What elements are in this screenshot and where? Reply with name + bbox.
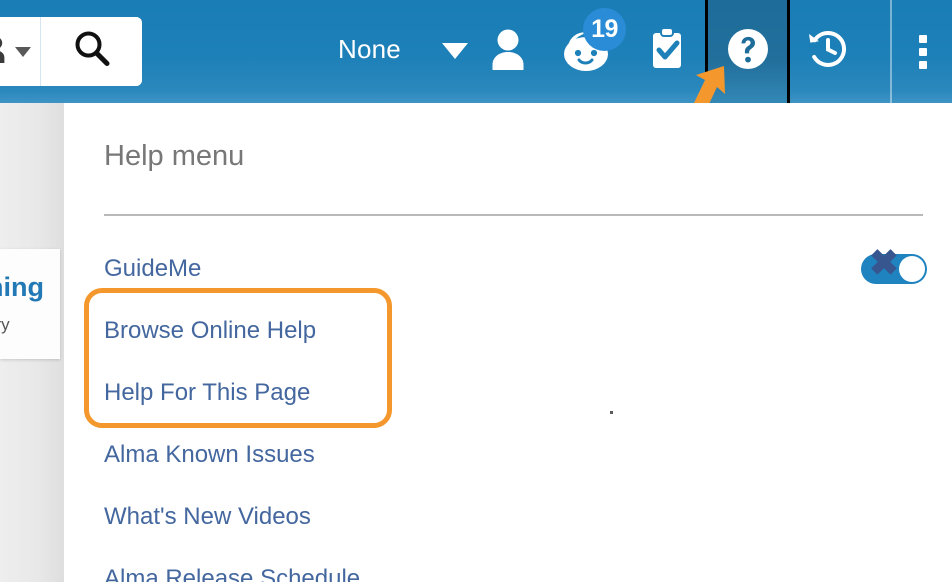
search-scope-select[interactable] <box>0 17 41 86</box>
user-icon <box>488 28 528 75</box>
help-menu-item-whats-new-videos[interactable]: What's New Videos <box>104 503 311 531</box>
help-menu-item-guideme[interactable]: GuideMe <box>104 255 201 283</box>
background-card <box>0 249 60 359</box>
search-submit-button[interactable] <box>41 17 142 86</box>
help-menu-panel: Help menu GuideMe Browse Online Help Hel… <box>64 103 952 582</box>
institution-selector-label[interactable]: None <box>338 34 401 65</box>
search-bar[interactable] <box>0 17 142 86</box>
history-icon-button[interactable] <box>793 0 863 103</box>
search-scope-icons <box>0 35 31 68</box>
background-card-subtitle: ery <box>0 315 10 334</box>
search-icon <box>71 28 113 75</box>
person-scope-icon <box>0 35 6 68</box>
help-menu-icon-button[interactable] <box>705 0 790 103</box>
help-menu-item-alma-release-schedule[interactable]: Alma Release Schedule <box>104 565 360 582</box>
page-title: Help menu <box>104 140 245 172</box>
help-menu-item-alma-known-issues[interactable]: Alma Known Issues <box>104 441 315 469</box>
tasks-icon-button[interactable] <box>636 0 698 103</box>
notification-count-badge[interactable]: 19 <box>583 8 626 51</box>
more-options-button[interactable] <box>894 0 952 103</box>
stray-pixel-artifact <box>610 411 613 414</box>
more-options-kebab-icon <box>919 34 927 69</box>
help-menu-item-browse-online-help[interactable]: Browse Online Help <box>104 317 316 345</box>
panel-divider <box>104 214 923 216</box>
top-header-bar: None 19 <box>0 0 952 103</box>
user-icon-button[interactable] <box>482 0 534 103</box>
tasks-clipboard-icon <box>646 26 688 77</box>
close-icon: ✖ <box>868 242 900 283</box>
history-clock-icon <box>804 26 852 77</box>
institution-chevron-down-icon[interactable] <box>442 43 468 59</box>
header-divider <box>890 0 892 103</box>
chevron-down-icon <box>15 46 31 57</box>
screen-root: shing ery <box>0 0 952 582</box>
help-question-icon <box>726 27 770 76</box>
background-card-title: shing <box>0 272 44 302</box>
close-button[interactable]: ✖ <box>861 240 907 286</box>
help-menu-item-help-for-this-page[interactable]: Help For This Page <box>104 379 310 407</box>
